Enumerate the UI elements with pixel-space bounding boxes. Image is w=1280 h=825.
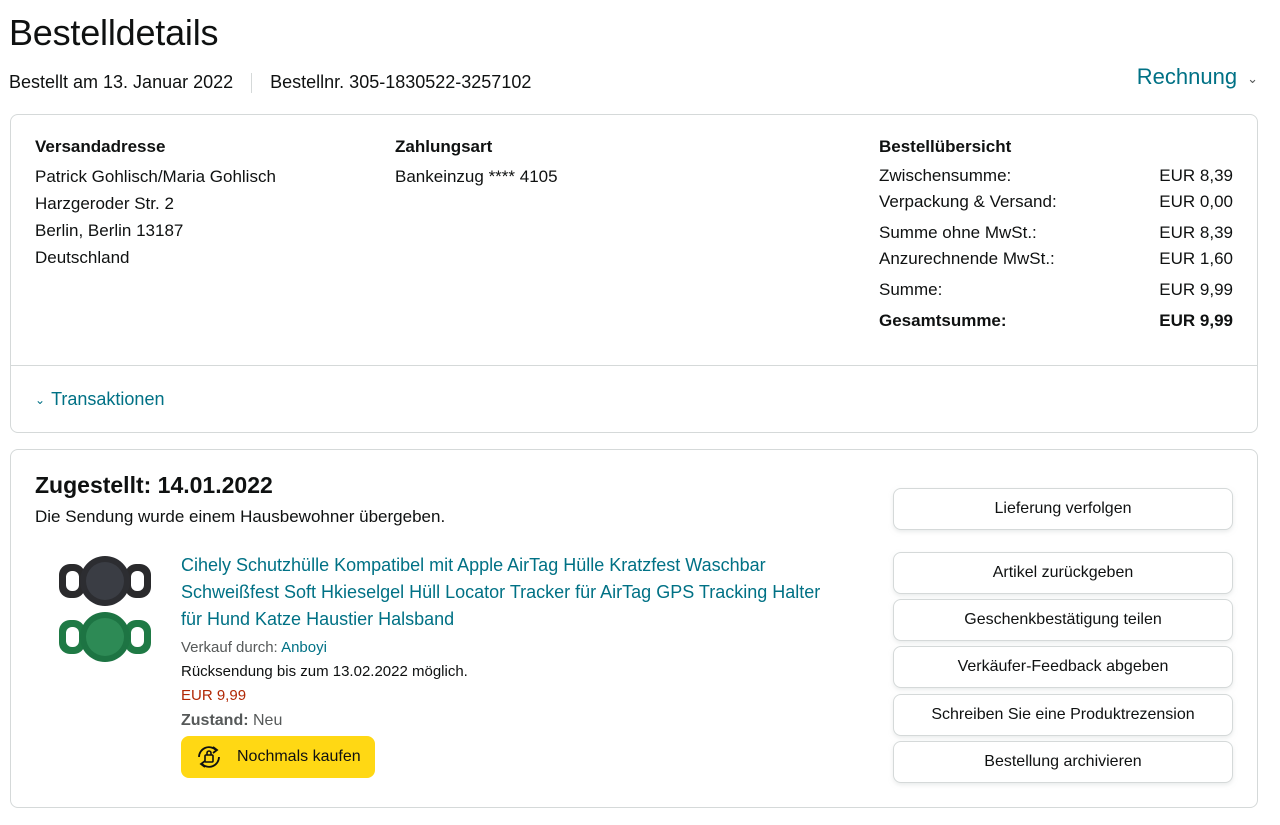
product-title-link[interactable]: Cihely Schutzhülle Kompatibel mit Apple … (181, 552, 841, 633)
condition-line: Zustand: Neu (181, 712, 841, 730)
summary-label: Verpackung & Versand: (879, 192, 1057, 211)
return-deadline: Rücksendung bis zum 13.02.2022 möglich. (181, 663, 468, 680)
address-line: Berlin, Berlin 13187 (35, 221, 184, 240)
order-summary-card: Versandadresse Patrick Gohlisch/Maria Go… (10, 114, 1258, 433)
order-date: Bestellt am 13. Januar 2022 (9, 72, 234, 92)
summary-label: Zwischensumme: (879, 166, 1012, 185)
summary-label: Summe: (879, 280, 943, 299)
summary-value: EUR 9,99 (1159, 311, 1233, 330)
transactions-label: Transaktionen (51, 389, 165, 409)
order-number: Bestellnr. 305-1830522-3257102 (270, 72, 532, 92)
summary-row-shipping: Verpackung & Versand: EUR 0,00 (879, 192, 1233, 212)
product-image[interactable] (55, 554, 155, 674)
page-title: Bestelldetails (9, 12, 219, 53)
summary-row-net: Summe ohne MwSt.: EUR 8,39 (879, 223, 1233, 243)
summary-row-sum: Summe: EUR 9,99 (879, 280, 1233, 300)
shipping-heading: Versandadresse (35, 137, 166, 156)
summary-label: Summe ohne MwSt.: (879, 223, 1037, 242)
order-meta: Bestellt am 13. Januar 2022 Bestellnr. 3… (9, 72, 531, 93)
seller-link[interactable]: Anboyi (281, 639, 327, 656)
transactions-toggle[interactable]: ⌄ Transaktionen (35, 389, 164, 410)
shipping-address: Versandadresse Patrick Gohlisch/Maria Go… (35, 137, 276, 271)
address-line: Harzgeroder Str. 2 (35, 194, 174, 213)
summary-row-vat: Anzurechnende MwSt.: EUR 1,60 (879, 249, 1233, 269)
summary-row-subtotal: Zwischensumme: EUR 8,39 (879, 166, 1233, 186)
payment-method: Zahlungsart Bankeinzug **** 4105 (395, 137, 558, 190)
condition-label: Zustand: (181, 712, 249, 729)
card-divider (11, 365, 1257, 366)
summary-value: EUR 9,99 (1159, 280, 1233, 299)
share-gift-receipt-button[interactable]: Geschenkbestätigung teilen (893, 599, 1233, 641)
black-case-shape (59, 556, 151, 606)
summary-row-total: Gesamtsumme: EUR 9,99 (879, 311, 1233, 331)
condition-value: Neu (253, 712, 283, 729)
product-info: Cihely Schutzhülle Kompatibel mit Apple … (181, 552, 841, 730)
order-overview: Bestellübersicht Zwischensumme: EUR 8,39… (879, 137, 1233, 331)
write-review-button[interactable]: Schreiben Sie eine Produktrezension (893, 694, 1233, 736)
delivery-status-title: Zugestellt: 14.01.2022 (35, 472, 273, 498)
seller-feedback-button[interactable]: Verkäufer-Feedback abgeben (893, 646, 1233, 688)
invoice-label: Rechnung (1136, 64, 1238, 89)
meta-divider (251, 72, 253, 93)
address-line: Deutschland (35, 248, 130, 267)
summary-value: EUR 8,39 (1159, 223, 1233, 242)
product-price: EUR 9,99 (181, 687, 247, 704)
summary-label: Anzurechnende MwSt.: (879, 249, 1055, 268)
buy-again-icon (198, 746, 220, 768)
chevron-down-icon: ⌄ (1247, 71, 1258, 86)
summary-label: Gesamtsumme: (879, 311, 1007, 330)
buy-again-button[interactable]: Nochmals kaufen (181, 736, 375, 778)
sold-by-label: Verkauf durch: (181, 639, 278, 656)
return-item-button[interactable]: Artikel zurückgeben (893, 552, 1233, 594)
payment-value: Bankeinzug **** 4105 (395, 167, 558, 186)
payment-heading: Zahlungsart (395, 137, 493, 156)
summary-value: EUR 1,60 (1159, 249, 1233, 268)
seller-line: Verkauf durch: Anboyi (181, 639, 841, 656)
address-line: Patrick Gohlisch/Maria Gohlisch (35, 167, 276, 186)
buy-again-label: Nochmals kaufen (237, 748, 361, 765)
green-case-shape (59, 612, 151, 662)
delivery-status-note: Die Sendung wurde einem Hausbewohner übe… (35, 507, 446, 526)
archive-order-button[interactable]: Bestellung archivieren (893, 741, 1233, 783)
summary-value: EUR 8,39 (1159, 166, 1233, 185)
address-block: Patrick Gohlisch/Maria Gohlisch Harzgero… (35, 163, 276, 271)
shipment-card: Zugestellt: 14.01.2022 Die Sendung wurde… (10, 449, 1258, 808)
invoice-dropdown[interactable]: Rechnung ⌄ (1137, 64, 1258, 90)
chevron-down-icon: ⌄ (35, 392, 46, 407)
overview-heading: Bestellübersicht (879, 137, 1012, 156)
track-delivery-button[interactable]: Lieferung verfolgen (893, 488, 1233, 530)
summary-value: EUR 0,00 (1159, 192, 1233, 211)
